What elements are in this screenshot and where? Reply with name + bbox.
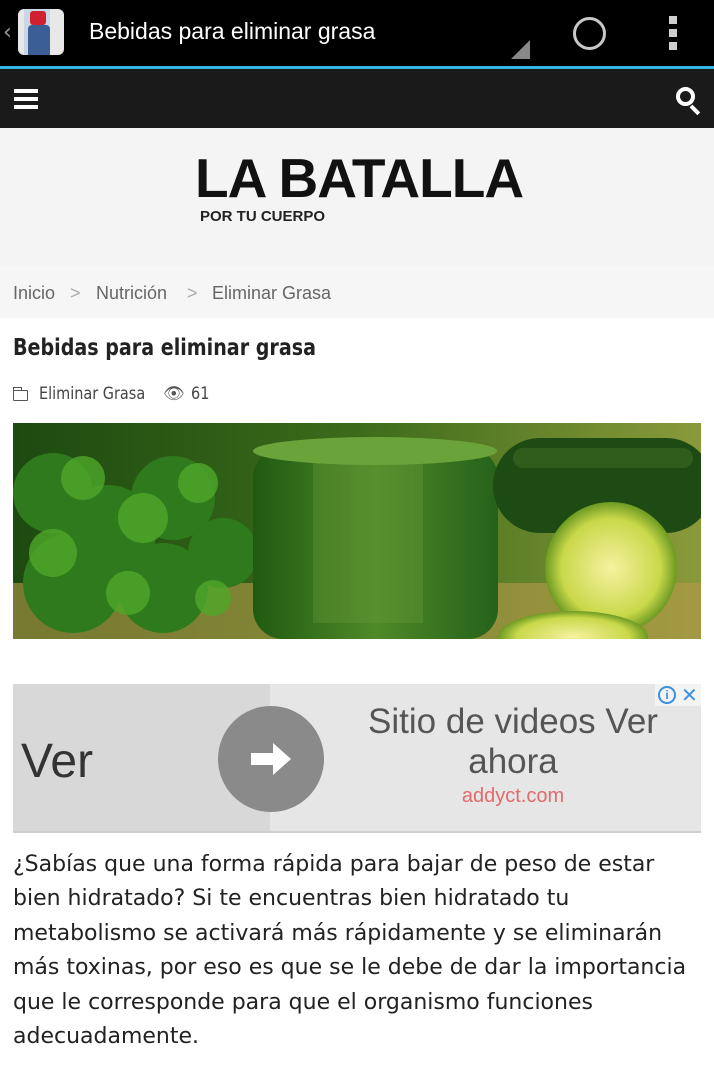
search-icon[interactable] (676, 87, 702, 116)
breadcrumb-separator-icon: > (187, 283, 198, 303)
category-link[interactable]: Eliminar Grasa (39, 384, 145, 404)
ad-headline[interactable]: Sitio de videos Ver ahora (333, 702, 693, 782)
ad-choices[interactable]: i ✕ (655, 684, 701, 707)
page-title: Bebidas para eliminar grasa (13, 335, 316, 361)
ad-domain[interactable]: addyct.com (333, 785, 693, 808)
breadcrumb-item-nutricion[interactable]: Nutrición (96, 283, 167, 304)
article-body: ¿Sabías que una forma rápida para bajar … (13, 852, 687, 1050)
site-tagline: POR TU CUERPO (200, 208, 326, 225)
close-icon[interactable]: ✕ (681, 684, 698, 707)
app-title: Bebidas para eliminar grasa (89, 18, 376, 44)
view-count: 61 (191, 384, 210, 404)
arrow-right-icon (251, 753, 275, 765)
eye-icon: 👁 (163, 384, 185, 404)
site-header: LA BATALLA POR TU CUERPO (0, 128, 714, 266)
loading-spinner-icon (573, 17, 606, 50)
featured-image (13, 423, 701, 639)
hamburger-menu-icon[interactable] (14, 89, 38, 109)
app-action-bar: ‹ Bebidas para eliminar grasa (0, 0, 714, 66)
ad-banner[interactable]: Ver Sitio de videos Ver ahora addyct.com… (13, 684, 701, 833)
site-nav-bar (0, 69, 714, 128)
breadcrumb-item-inicio[interactable]: Inicio (13, 283, 55, 304)
ad-arrow-button[interactable] (218, 706, 324, 812)
site-logo[interactable]: LA BATALLA (195, 146, 524, 210)
folder-icon (12, 387, 28, 401)
breadcrumb: Inicio > Nutrición > Eliminar Grasa (0, 266, 714, 318)
back-chevron-icon[interactable]: ‹ (3, 20, 12, 45)
signal-icon (511, 40, 530, 59)
app-icon[interactable] (18, 9, 64, 55)
info-icon[interactable]: i (658, 686, 676, 704)
breadcrumb-separator-icon: > (70, 283, 81, 303)
overflow-menu-icon[interactable] (667, 16, 679, 50)
breadcrumb-item-eliminar-grasa[interactable]: Eliminar Grasa (212, 283, 331, 304)
ad-ver-text[interactable]: Ver (21, 734, 93, 789)
